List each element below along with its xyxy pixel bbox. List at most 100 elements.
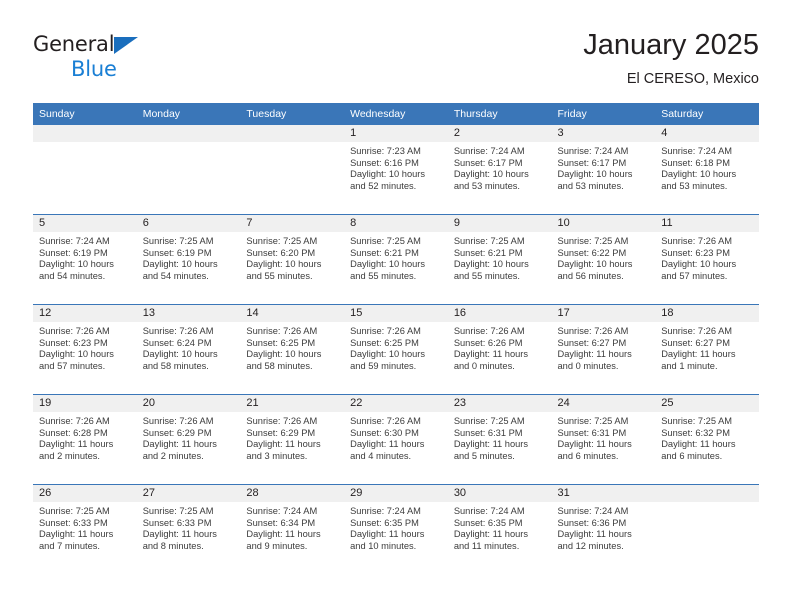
day-details: Sunrise: 7:24 AM Sunset: 6:34 PM Daylight:… — [240, 502, 344, 552]
day-number: 19 — [33, 395, 137, 412]
day-cell-inner: 25 Sunrise: 7:25 AM Sunset: 6:32 PM Dayligh… — [655, 395, 759, 484]
calendar-day-cell[interactable]: 22 Sunrise: 7:26 AM Sunset: 6:30 PM Dayligh… — [344, 394, 448, 485]
sunset-time: Sunset: 6:33 PM — [142, 517, 212, 528]
day-details: Sunrise: 7:26 AM Sunset: 6:27 PM Daylight:… — [552, 322, 656, 372]
day-details: Sunrise: 7:26 AM Sunset: 6:25 PM Daylight:… — [344, 322, 448, 372]
day-number: 28 — [240, 485, 345, 502]
title-block: January 2025 El CERESO, Mexico — [583, 28, 759, 89]
sunset-time: Sunset: 6:23 PM — [39, 337, 108, 348]
calendar-day-cell[interactable]: 2 Sunrise: 7:24 AM Sunset: 6:17 PM Daylight… — [447, 125, 552, 215]
calendar-day-cell[interactable]: 11 Sunrise: 7:26 AM Sunset: 6:23 PM Dayligh… — [655, 214, 759, 305]
calendar-day-cell[interactable]: 15 Sunrise: 7:26 AM Sunset: 6:25 PM Dayligh… — [344, 304, 448, 395]
calendar-day-cell[interactable]: 16 Sunrise: 7:26 AM Sunset: 6:26 PM Dayligh… — [447, 304, 552, 395]
calendar-day-cell[interactable]: 9 Sunrise: 7:25 AM Sunset: 6:21 PM Daylight… — [447, 214, 552, 305]
day-number: 13 — [136, 305, 241, 322]
sunrise-time: Sunrise: 7:24 AM — [350, 506, 421, 516]
calendar-day-cell[interactable]: 3 Sunrise: 7:24 AM Sunset: 6:17 PM Daylight… — [551, 125, 656, 215]
calendar-empty-cell — [240, 125, 345, 215]
calendar-day-cell[interactable]: 5 Sunrise: 7:24 AM Sunset: 6:19 PM Daylight… — [33, 214, 137, 305]
daylight-duration-line1: Daylight: 10 hours — [142, 259, 218, 270]
general-blue-logo[interactable]: General Blue — [33, 34, 233, 90]
calendar-day-cell[interactable]: 29 Sunrise: 7:24 AM Sunset: 6:35 PM Dayligh… — [344, 484, 448, 574]
day-number — [655, 485, 759, 502]
sunset-time: Sunset: 6:27 PM — [661, 337, 730, 348]
day-number: 29 — [344, 485, 448, 502]
sunset-time: Sunset: 6:29 PM — [246, 427, 316, 438]
day-number: 24 — [551, 395, 656, 412]
sunrise-time: Sunrise: 7:25 AM — [39, 506, 110, 516]
calendar-day-cell[interactable]: 17 Sunrise: 7:26 AM Sunset: 6:27 PM Dayligh… — [551, 304, 656, 395]
calendar-day-cell[interactable]: 28 Sunrise: 7:24 AM Sunset: 6:34 PM Dayligh… — [240, 484, 345, 574]
day-details: Sunrise: 7:26 AM Sunset: 6:25 PM Daylight:… — [240, 322, 344, 372]
day-cell-inner: 29 Sunrise: 7:24 AM Sunset: 6:35 PM Dayligh… — [344, 485, 448, 574]
weekday-header-friday: Friday — [551, 103, 656, 125]
day-details: Sunrise: 7:24 AM Sunset: 6:17 PM Daylight:… — [448, 142, 552, 192]
day-cell-inner: 19 Sunrise: 7:26 AM Sunset: 6:28 PM Dayligh… — [33, 395, 137, 484]
daylight-duration-line2: and 57 minutes. — [39, 360, 106, 371]
daylight-duration-line1: Daylight: 10 hours — [350, 169, 426, 180]
daylight-duration-line2: and 12 minutes. — [557, 540, 624, 551]
day-details: Sunrise: 7:25 AM Sunset: 6:33 PM Daylight:… — [33, 502, 137, 552]
calendar-day-cell[interactable]: 13 Sunrise: 7:26 AM Sunset: 6:24 PM Dayligh… — [136, 304, 241, 395]
calendar-day-cell[interactable]: 19 Sunrise: 7:26 AM Sunset: 6:28 PM Dayligh… — [33, 394, 137, 485]
day-details: Sunrise: 7:24 AM Sunset: 6:35 PM Daylight:… — [344, 502, 448, 552]
day-cell-inner — [240, 125, 345, 214]
day-number: 26 — [33, 485, 137, 502]
weekday-header-wednesday: Wednesday — [344, 103, 448, 125]
daylight-duration-line1: Daylight: 11 hours — [453, 439, 529, 450]
sunset-time: Sunset: 6:19 PM — [39, 247, 108, 258]
sunrise-time: Sunrise: 7:24 AM — [39, 236, 110, 246]
daylight-duration-line1: Daylight: 11 hours — [246, 529, 321, 540]
calendar-day-cell[interactable]: 31 Sunrise: 7:24 AM Sunset: 6:36 PM Dayligh… — [551, 484, 656, 574]
daylight-duration-line2: and 57 minutes. — [661, 270, 728, 281]
day-details: Sunrise: 7:26 AM Sunset: 6:27 PM Daylight:… — [655, 322, 759, 372]
calendar-day-cell[interactable]: 21 Sunrise: 7:26 AM Sunset: 6:29 PM Dayligh… — [240, 394, 345, 485]
daylight-duration-line1: Daylight: 10 hours — [142, 349, 218, 360]
sunrise-time: Sunrise: 7:26 AM — [39, 326, 110, 336]
calendar-day-cell[interactable]: 26 Sunrise: 7:25 AM Sunset: 6:33 PM Dayligh… — [33, 484, 137, 574]
day-cell-inner: 21 Sunrise: 7:26 AM Sunset: 6:29 PM Dayligh… — [240, 395, 345, 484]
sunrise-time: Sunrise: 7:25 AM — [661, 416, 733, 426]
logo-text-general: General — [33, 32, 115, 56]
sunset-time: Sunset: 6:25 PM — [350, 337, 419, 348]
daylight-duration-line2: and 58 minutes. — [142, 360, 209, 371]
page-header: General Blue January 2025 El CERESO, Mex… — [33, 28, 759, 96]
calendar-day-cell[interactable]: 20 Sunrise: 7:26 AM Sunset: 6:29 PM Dayligh… — [136, 394, 241, 485]
calendar-day-cell[interactable]: 25 Sunrise: 7:25 AM Sunset: 6:32 PM Dayligh… — [655, 394, 759, 485]
calendar-day-cell[interactable]: 12 Sunrise: 7:26 AM Sunset: 6:23 PM Dayligh… — [33, 304, 137, 395]
sunrise-time: Sunrise: 7:26 AM — [350, 416, 421, 426]
calendar-day-cell[interactable]: 4 Sunrise: 7:24 AM Sunset: 6:18 PM Daylight… — [655, 125, 759, 215]
calendar-day-cell[interactable]: 10 Sunrise: 7:25 AM Sunset: 6:22 PM Dayligh… — [551, 214, 656, 305]
calendar-day-cell[interactable]: 8 Sunrise: 7:25 AM Sunset: 6:21 PM Daylight… — [344, 214, 448, 305]
page-title: January 2025 — [583, 29, 759, 61]
day-details: Sunrise: 7:24 AM Sunset: 6:18 PM Daylight:… — [655, 142, 759, 192]
sunset-time: Sunset: 6:17 PM — [453, 157, 523, 168]
day-cell-inner: 14 Sunrise: 7:26 AM Sunset: 6:25 PM Dayligh… — [240, 305, 345, 394]
day-number: 11 — [655, 215, 759, 232]
calendar-empty-cell — [136, 125, 241, 215]
day-cell-inner: 27 Sunrise: 7:25 AM Sunset: 6:33 PM Dayligh… — [136, 485, 241, 574]
daylight-duration-line2: and 0 minutes. — [557, 360, 619, 371]
day-cell-inner: 28 Sunrise: 7:24 AM Sunset: 6:34 PM Dayligh… — [240, 485, 345, 574]
location-subtitle: El CERESO, Mexico — [626, 71, 759, 87]
day-cell-inner: 11 Sunrise: 7:26 AM Sunset: 6:23 PM Dayligh… — [655, 215, 759, 304]
day-cell-inner — [655, 485, 759, 574]
logo-triangle-icon — [114, 37, 139, 54]
calendar-day-cell[interactable]: 24 Sunrise: 7:25 AM Sunset: 6:31 PM Dayligh… — [551, 394, 656, 485]
sunrise-time: Sunrise: 7:25 AM — [557, 416, 629, 426]
calendar-day-cell[interactable]: 30 Sunrise: 7:24 AM Sunset: 6:35 PM Dayligh… — [447, 484, 552, 574]
day-cell-inner: 1 Sunrise: 7:23 AM Sunset: 6:16 PM Daylight… — [344, 125, 448, 214]
calendar-day-cell[interactable]: 6 Sunrise: 7:25 AM Sunset: 6:19 PM Daylight… — [136, 214, 241, 305]
calendar-day-cell[interactable]: 7 Sunrise: 7:25 AM Sunset: 6:20 PM Daylight… — [240, 214, 345, 305]
sunrise-time: Sunrise: 7:24 AM — [661, 146, 733, 156]
daylight-duration-line2: and 7 minutes. — [39, 540, 100, 551]
calendar-day-cell[interactable]: 27 Sunrise: 7:25 AM Sunset: 6:33 PM Dayligh… — [136, 484, 241, 574]
day-number: 25 — [655, 395, 759, 412]
calendar-day-cell[interactable]: 18 Sunrise: 7:26 AM Sunset: 6:27 PM Dayligh… — [655, 304, 759, 395]
daylight-duration-line1: Daylight: 10 hours — [350, 259, 426, 270]
daylight-duration-line1: Daylight: 11 hours — [557, 529, 632, 540]
calendar-week-row: 1 Sunrise: 7:23 AM Sunset: 6:16 PM Daylight… — [33, 125, 759, 215]
calendar-day-cell[interactable]: 14 Sunrise: 7:26 AM Sunset: 6:25 PM Dayligh… — [240, 304, 345, 395]
calendar-day-cell[interactable]: 23 Sunrise: 7:25 AM Sunset: 6:31 PM Dayligh… — [447, 394, 552, 485]
calendar-day-cell[interactable]: 1 Sunrise: 7:23 AM Sunset: 6:16 PM Daylight… — [344, 125, 448, 215]
